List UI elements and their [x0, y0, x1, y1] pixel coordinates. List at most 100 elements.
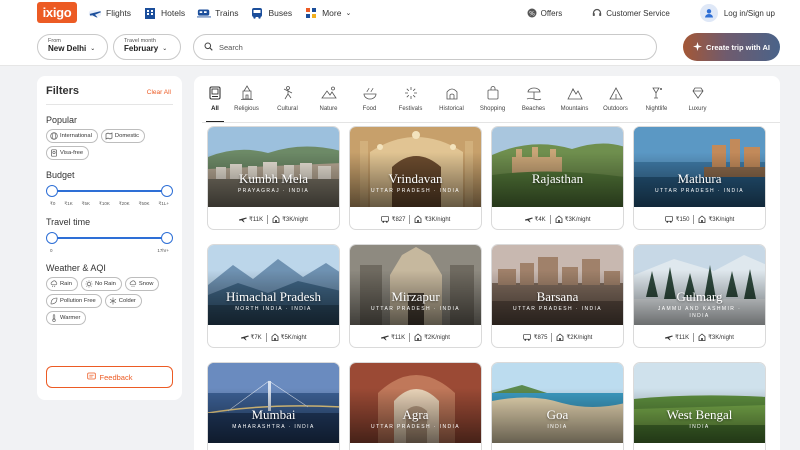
destination-card[interactable]: Himachal Pradesh NORTH INDIA · INDIA ₹7K ₹5…: [207, 244, 340, 348]
budget-tick: ₹20K: [118, 201, 130, 206]
create-trip-ai-button[interactable]: Create trip with AI: [683, 33, 780, 61]
stay-price-value: ₹3K/night: [708, 334, 734, 341]
tab-mountains[interactable]: Mountains: [554, 82, 595, 122]
budget-slider[interactable]: [46, 184, 173, 198]
destination-name: Vrindavan: [388, 171, 443, 186]
chip-colder-label: Colder: [118, 298, 136, 304]
chip-rain[interactable]: Rain: [46, 277, 78, 291]
nav-trains[interactable]: Trains: [197, 7, 238, 19]
travel-time-slider[interactable]: [46, 231, 173, 245]
destination-region: UTTAR PRADESH · INDIA: [512, 306, 603, 312]
tab-all[interactable]: All: [204, 82, 226, 123]
destination-card[interactable]: Barsana UTTAR PRADESH · INDIA ₹875 ₹2K/nigh…: [491, 244, 624, 348]
tab-label: Beaches: [521, 106, 546, 112]
bus-icon: [522, 333, 531, 341]
nav-flights[interactable]: Flights: [88, 7, 131, 19]
map-icon: [105, 132, 113, 140]
destination-prices: ₹4K ₹3K/night: [492, 209, 623, 229]
destination-card[interactable]: Vrindavan UTTAR PRADESH · INDIA ₹827 ₹3K/ni…: [349, 126, 482, 230]
tab-shopping[interactable]: Shopping: [472, 82, 513, 122]
monument-icon: [443, 84, 461, 102]
nav-buses[interactable]: Buses: [250, 7, 292, 19]
tab-religious[interactable]: Religious: [226, 82, 267, 122]
search-box[interactable]: [193, 34, 657, 60]
travel-fare: ₹7K: [240, 334, 262, 341]
stay-icon: [272, 215, 280, 223]
from-value-row: New Delhi ⌄: [48, 44, 97, 53]
budget-min-handle[interactable]: [46, 185, 58, 197]
clear-all-link[interactable]: Clear All: [147, 89, 171, 96]
destination-card[interactable]: Kumbh Mela PRAYAGRAJ · INDIA ₹11K ₹3K/night: [207, 126, 340, 230]
stay-icon: [557, 333, 564, 341]
stay-price-value: ₹2K/night: [566, 334, 593, 341]
destination-prices: ₹11K ₹3K/night: [634, 327, 765, 347]
chip-international[interactable]: International: [46, 129, 98, 143]
destination-prices: ₹7K ₹5K/night: [208, 327, 339, 347]
search-row: From New Delhi⌄ Travel month February⌄ C…: [0, 26, 800, 66]
travel-time-max-handle[interactable]: [161, 232, 173, 244]
tab-label: All: [211, 106, 219, 112]
destination-card[interactable]: West Bengal INDIA: [633, 362, 766, 450]
travel-month-select[interactable]: Travel month February ⌄: [113, 34, 181, 60]
tab-festivals[interactable]: Festivals: [390, 82, 431, 122]
feedback-button[interactable]: Feedback: [46, 366, 173, 388]
login-signup-button[interactable]: Log in/Sign up: [699, 4, 775, 22]
destination-card[interactable]: Goa INDIA: [491, 362, 624, 450]
divider: [265, 332, 267, 342]
chip-colder[interactable]: Colder: [104, 294, 142, 308]
offers-link[interactable]: % Offers: [527, 8, 562, 18]
destination-name: Himachal Pradesh: [226, 289, 321, 304]
customer-service-link[interactable]: Customer Service: [592, 8, 670, 18]
destination-card[interactable]: Rajasthan ₹4K ₹3K/night: [491, 126, 624, 230]
destination-region: JAMMU AND KASHMIR · INDIA: [657, 306, 742, 319]
tab-nature[interactable]: Nature: [308, 82, 349, 122]
stay-icon: [415, 215, 422, 223]
tab-luxury[interactable]: Luxury: [677, 82, 718, 122]
filters-panel: Filters Clear All Popular International …: [37, 76, 182, 400]
headset-icon: [592, 8, 602, 18]
destination-card[interactable]: Gulmarg JAMMU AND KASHMIR · INDIA ₹11K ₹3K/…: [633, 244, 766, 348]
destination-card[interactable]: Mirzapur UTTAR PRADESH · INDIA ₹11K ₹2K/nig…: [349, 244, 482, 348]
stay-price: ₹2K/night: [414, 333, 450, 341]
search-input[interactable]: [219, 42, 619, 52]
nav-right: % Offers Customer Service Log in/Sign up: [527, 0, 800, 26]
destination-card[interactable]: Agra UTTAR PRADESH · INDIA: [349, 362, 482, 450]
destination-image: [634, 127, 765, 207]
budget-tick: ₹5K: [81, 201, 91, 206]
chip-pollution-free[interactable]: Pollution Free: [46, 294, 102, 308]
bus-icon: [380, 215, 389, 223]
destination-prices: ₹875 ₹2K/night: [492, 327, 623, 347]
chip-no-rain[interactable]: No Rain: [80, 277, 122, 291]
travel-fare-value: ₹7K: [250, 334, 262, 341]
tab-label: Outdoors: [603, 106, 628, 112]
feedback-label: Feedback: [99, 372, 133, 382]
thermometer-icon: [50, 314, 58, 322]
travel-fare: ₹827: [380, 215, 405, 223]
budget-ticks: ₹0 ₹1K ₹5K ₹10K ₹20K ₹50K ₹1L+: [50, 201, 169, 207]
tab-food[interactable]: Food: [349, 82, 390, 122]
tab-beaches[interactable]: Beaches: [513, 82, 554, 122]
ixigo-logo[interactable]: ixigo: [37, 2, 77, 23]
destination-card[interactable]: Mumbai MAHARASHTRA · INDIA: [207, 362, 340, 450]
travel-fare: ₹11K: [381, 334, 405, 341]
tab-cultural[interactable]: Cultural: [267, 82, 308, 122]
destination-prices: ₹11K ₹2K/night: [350, 327, 481, 347]
tab-historical[interactable]: Historical: [431, 82, 472, 122]
tab-nightlife[interactable]: Nightlife: [636, 82, 677, 122]
nav-hotels[interactable]: Hotels: [143, 7, 185, 19]
chip-warmer[interactable]: Warmer: [46, 311, 87, 325]
destination-image: [208, 127, 339, 207]
snowflake-icon: [109, 297, 117, 305]
tab-outdoors[interactable]: Outdoors: [595, 82, 636, 122]
travel-fare-value: ₹11K: [391, 334, 406, 341]
nav-more[interactable]: More ⌄: [304, 7, 351, 19]
travel-time-min-handle[interactable]: [46, 232, 58, 244]
stay-price-value: ₹3K/night: [564, 216, 591, 223]
budget-max-handle[interactable]: [161, 185, 173, 197]
destination-card[interactable]: Mathura UTTAR PRADESH · INDIA ₹150 ₹3K/nigh…: [633, 126, 766, 230]
chip-domestic[interactable]: Domestic: [100, 129, 146, 143]
chip-snow[interactable]: Snow: [124, 277, 160, 291]
flight-icon: [665, 335, 674, 340]
chip-visa-free[interactable]: Visa-free: [46, 146, 90, 160]
from-city-select[interactable]: From New Delhi ⌄: [37, 34, 108, 60]
